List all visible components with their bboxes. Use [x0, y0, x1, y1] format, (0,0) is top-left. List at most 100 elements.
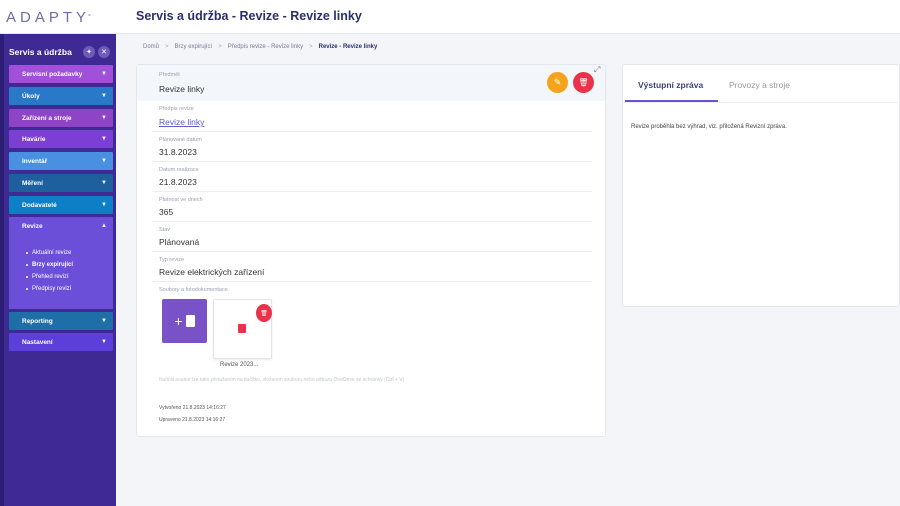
- chevron-down-icon: ▼: [101, 180, 107, 186]
- logo-text: ADAPTY: [6, 8, 91, 26]
- planned-date-label: Plánované datum: [159, 137, 202, 143]
- created-info: Vytvořeno 21.8.2023 14:16:27: [159, 405, 226, 411]
- edit-button[interactable]: ✎: [547, 72, 568, 93]
- tab-vystupni-zprava[interactable]: Výstupní zpráva: [638, 80, 703, 90]
- submenu-label: Brzy expirující: [32, 262, 74, 268]
- breadcrumb-prescription[interactable]: Předpis revize - Revize linky: [228, 44, 303, 50]
- pdf-icon: [238, 324, 246, 333]
- submenu-item-aktualni-revize[interactable]: Aktuální revize: [26, 250, 71, 256]
- upload-hint: Nahrát soubor lze také přetažením na tla…: [159, 377, 405, 383]
- chevron-down-icon: ▼: [101, 158, 107, 164]
- realized-date-label: Datum realizace: [159, 167, 199, 173]
- realized-date-value: 21.8.2023: [159, 177, 197, 187]
- delete-button[interactable]: 🗑: [573, 72, 594, 93]
- sidebar-item-label: Nastavení: [22, 338, 53, 346]
- sidebar-item-ukoly[interactable]: Úkoly ▼: [9, 87, 113, 105]
- sidebar-item-label: Úkoly: [22, 92, 40, 100]
- chevron-down-icon: ▼: [101, 136, 107, 142]
- pin-icon[interactable]: ✦: [83, 46, 95, 58]
- close-icon[interactable]: ✕: [98, 46, 110, 58]
- document-icon: [185, 315, 195, 327]
- top-bar: [0, 0, 900, 34]
- sidebar-item-label: Měření: [22, 179, 43, 187]
- breadcrumb-separator: >: [218, 44, 222, 50]
- updated-info: Upraveno 21.8.2023 14:16:27: [159, 417, 226, 423]
- breadcrumb-separator: >: [309, 44, 313, 50]
- pencil-icon: ✎: [553, 77, 562, 87]
- page-title: Servis a údržba - Revize - Revize linky: [136, 9, 362, 23]
- sidebar-item-inventar[interactable]: Inventář ▼: [9, 152, 113, 170]
- tab-divider: [622, 102, 900, 103]
- sidebar-item-zarizeni[interactable]: Zařízení a stroje ▼: [9, 109, 113, 127]
- bullet-icon: [26, 264, 28, 266]
- sidebar-item-label: Havárie: [22, 135, 46, 143]
- divider: [152, 131, 592, 132]
- chevron-down-icon: ▼: [101, 318, 107, 324]
- subject-label: Předmět: [159, 72, 180, 78]
- bullet-icon: [26, 276, 28, 278]
- active-tab-indicator: [625, 100, 718, 102]
- sidebar-item-mereni[interactable]: Měření ▼: [9, 174, 113, 192]
- sidebar-item-dodavatele[interactable]: Dodavatelé ▼: [9, 196, 113, 214]
- sidebar-item-label: Servisní požadavky: [22, 70, 83, 78]
- type-label: Typ revize: [159, 257, 185, 263]
- submenu-item-predpisy-revizi[interactable]: Předpisy revizí: [26, 286, 71, 292]
- delete-file-button[interactable]: 🗑: [256, 304, 272, 322]
- validity-value: 365: [159, 207, 174, 217]
- breadcrumb-expiring[interactable]: Brzy expirující: [175, 44, 213, 50]
- state-value: Plánovaná: [159, 237, 200, 247]
- bullet-icon: [26, 288, 28, 290]
- plus-icon: +: [174, 313, 183, 329]
- breadcrumb-separator: >: [165, 44, 169, 50]
- type-value: Revize elektrických zařízení: [159, 267, 265, 277]
- bullet-icon: [26, 252, 28, 254]
- chevron-down-icon: ▼: [101, 202, 107, 208]
- trash-icon: 🗑: [260, 310, 268, 317]
- files-label: Soubory a fotodokumentace: [159, 287, 228, 293]
- subject-value: Revize linky: [159, 84, 205, 94]
- submenu-label: Předpisy revizí: [32, 286, 72, 292]
- report-text: Revize proběhla bez výhrad, viz. přilože…: [631, 124, 787, 130]
- sidebar-item-servisni-pozadavky[interactable]: Servisní požadavky ▼: [9, 65, 113, 83]
- chevron-up-icon: ▲: [101, 223, 107, 229]
- chevron-down-icon: ▼: [101, 115, 107, 121]
- app-logo[interactable]: ADAPTY °: [0, 0, 116, 34]
- validity-label: Platnost ve dnech: [159, 197, 203, 203]
- submenu-item-brzy-expirujici[interactable]: Brzy expirující: [26, 262, 73, 268]
- submenu-label: Aktuální revize: [32, 250, 72, 256]
- submenu-item-prehled-revizi[interactable]: Přehled revizí: [26, 274, 69, 280]
- logo-mark: °: [88, 13, 91, 21]
- divider: [152, 191, 592, 192]
- submenu-label: Přehled revizí: [32, 274, 69, 280]
- divider: [152, 251, 592, 252]
- detail-card-header: [137, 65, 605, 101]
- sidebar-item-havarie[interactable]: Havárie ▼: [9, 130, 113, 148]
- sidebar-item-label: Zařízení a stroje: [22, 114, 72, 122]
- breadcrumb-home[interactable]: Domů: [143, 44, 159, 50]
- sidebar-item-label: Dodavatelé: [22, 201, 57, 209]
- divider: [152, 281, 592, 282]
- sidebar-item-label: Reporting: [22, 317, 53, 325]
- sidebar-item-revize[interactable]: Revize ▲: [9, 217, 113, 235]
- sidebar-item-label: Revize: [22, 222, 43, 230]
- divider: [152, 161, 592, 162]
- sidebar-stripe: [0, 34, 4, 506]
- sidebar-item-nastaveni[interactable]: Nastavení ▼: [9, 333, 113, 351]
- state-label: Stav: [159, 227, 171, 233]
- sidebar-item-reporting[interactable]: Reporting ▼: [9, 312, 113, 330]
- expand-icon[interactable]: ⤢: [594, 65, 600, 75]
- divider: [152, 221, 592, 222]
- chevron-down-icon: ▼: [101, 339, 107, 345]
- chevron-down-icon: ▼: [101, 93, 107, 99]
- tab-provozy-a-stroje[interactable]: Provozy a stroje: [729, 80, 790, 90]
- sidebar-item-label: Inventář: [22, 157, 48, 165]
- file-name: Revize 2023...: [220, 362, 259, 368]
- prescription-link[interactable]: Revize linky: [159, 117, 204, 127]
- planned-date-value: 31.8.2023: [159, 147, 197, 157]
- breadcrumb-current: Revize - Revize linky: [318, 44, 378, 50]
- chevron-down-icon: ▼: [101, 71, 107, 77]
- trash-icon: 🗑: [578, 78, 589, 87]
- breadcrumb: Domů > Brzy expirující > Předpis revize …: [143, 44, 377, 50]
- upload-file-button[interactable]: +: [162, 299, 207, 343]
- prescription-label: Předpis revize: [159, 106, 194, 112]
